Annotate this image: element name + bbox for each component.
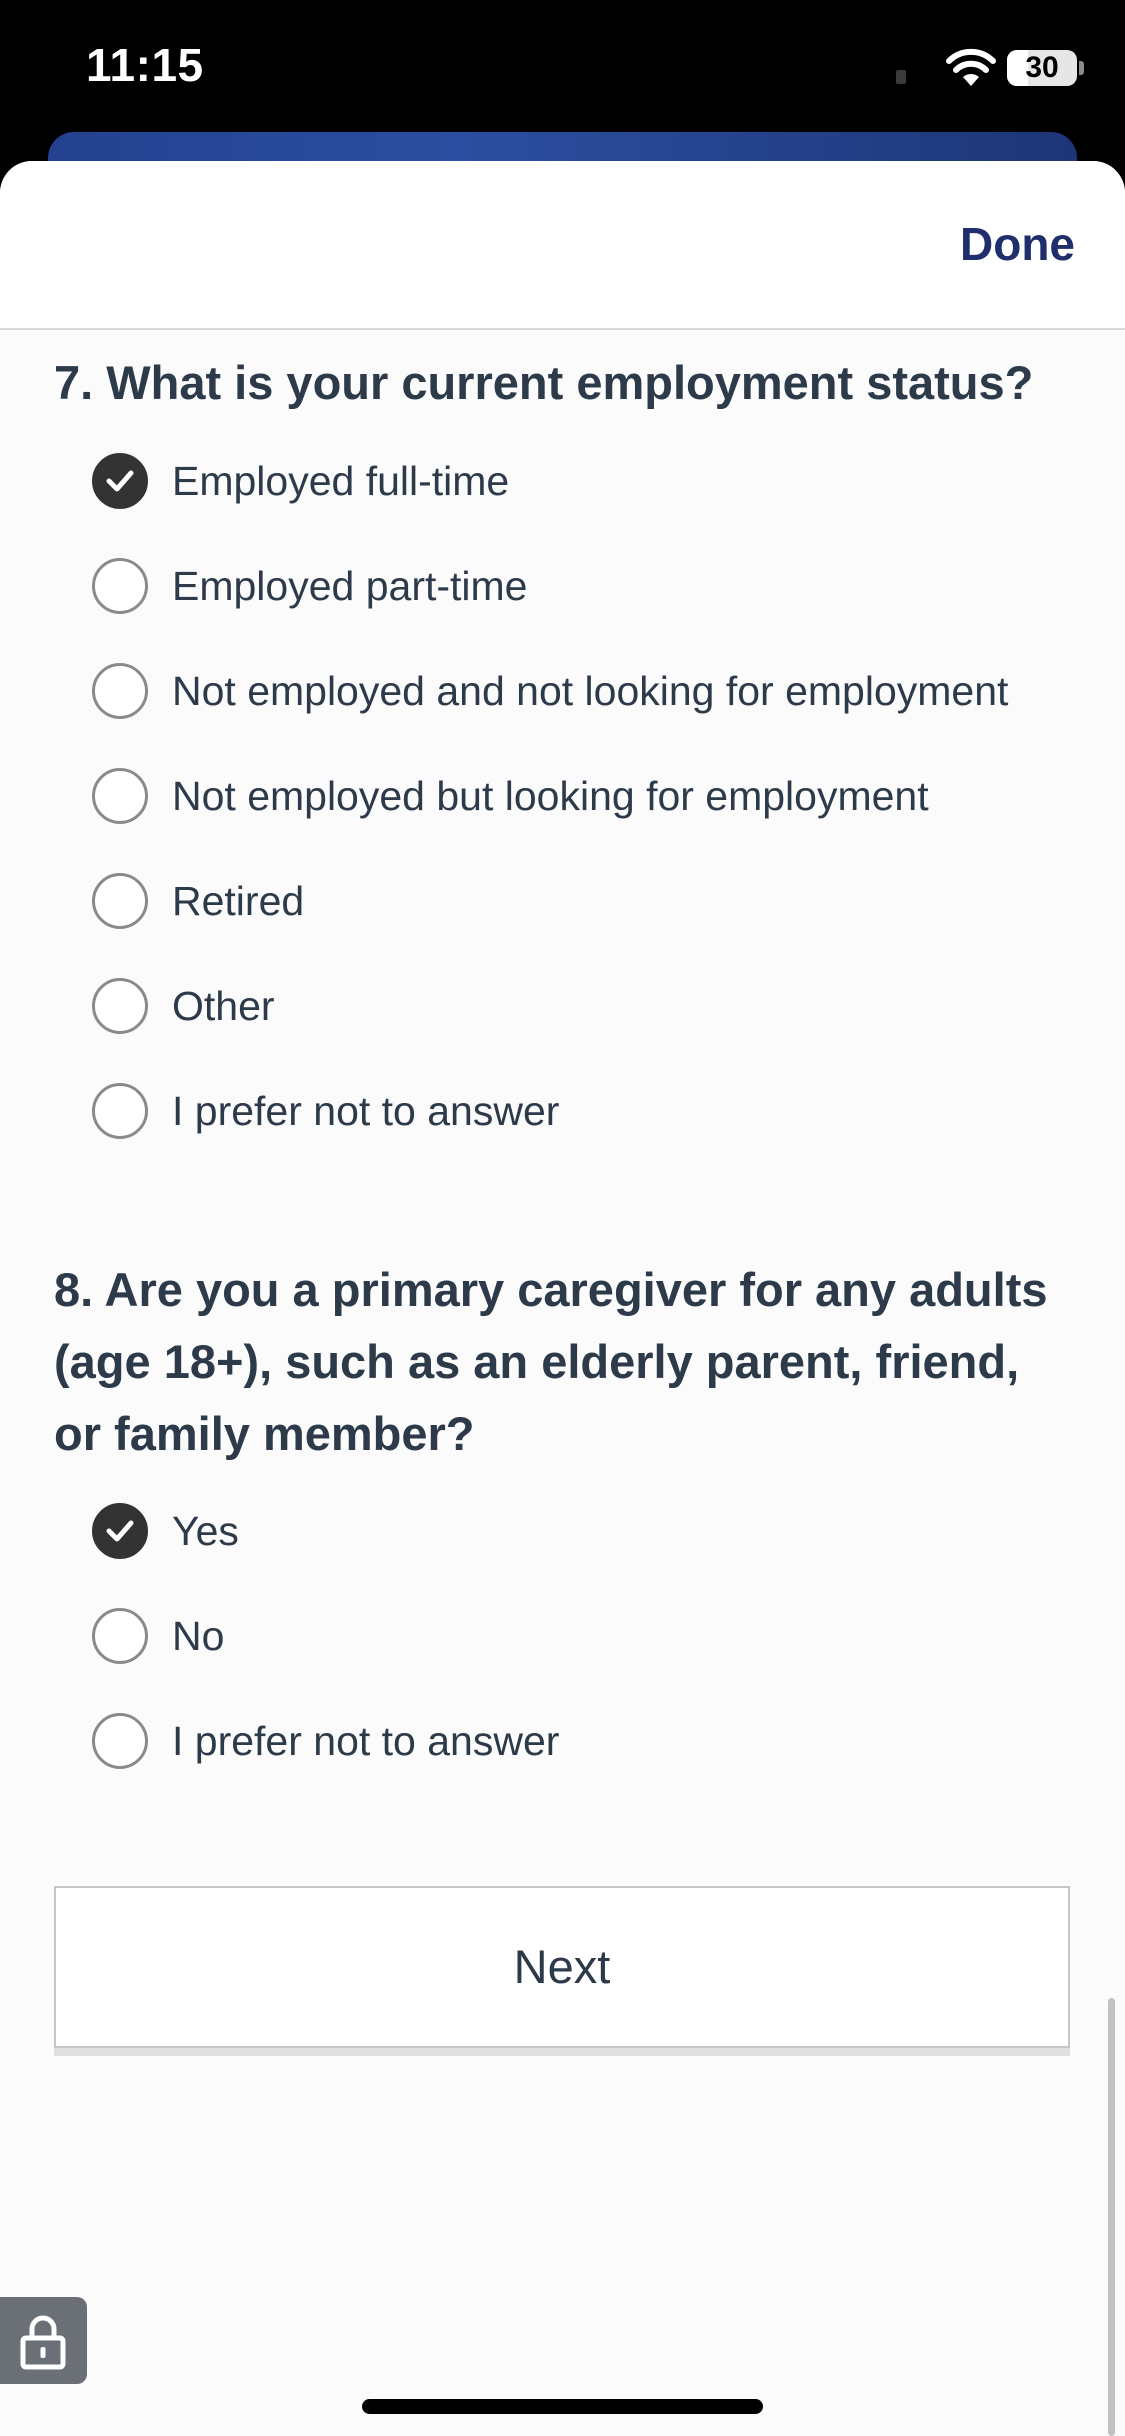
radio-unchecked[interactable] bbox=[92, 768, 148, 824]
status-bar: 11:15 30 bbox=[0, 0, 1125, 135]
survey-sheet: Done 7. What is your current employment … bbox=[0, 161, 1125, 2436]
scrollbar[interactable] bbox=[1108, 1998, 1115, 2436]
option-label: I prefer not to answer bbox=[172, 1087, 560, 1134]
option-yes[interactable]: Yes bbox=[92, 1499, 239, 1563]
lock-button[interactable] bbox=[0, 2297, 87, 2384]
radio-unchecked[interactable] bbox=[92, 1713, 148, 1769]
option-label: Retired bbox=[172, 877, 305, 924]
option-employed-part-time[interactable]: Employed part-time bbox=[92, 554, 527, 618]
radio-unchecked[interactable] bbox=[92, 1608, 148, 1664]
option-employed-full-time[interactable]: Employed full-time bbox=[92, 449, 509, 513]
option-label: Not employed and not looking for employm… bbox=[172, 667, 1009, 714]
done-button[interactable]: Done bbox=[960, 217, 1075, 271]
option-label: I prefer not to answer bbox=[172, 1717, 560, 1764]
radio-checked[interactable] bbox=[92, 453, 148, 509]
option-retired[interactable]: Retired bbox=[92, 869, 304, 933]
battery-tip bbox=[1079, 61, 1084, 75]
option-not-employed-not-looking[interactable]: Not employed and not looking for employm… bbox=[92, 659, 1008, 723]
option-prefer-not-to-answer-q7[interactable]: I prefer not to answer bbox=[92, 1079, 559, 1143]
radio-unchecked[interactable] bbox=[92, 1083, 148, 1139]
question-8-title: 8. Are you a primary caregiver for any a… bbox=[54, 1263, 1048, 1460]
option-label: Yes bbox=[172, 1507, 239, 1554]
next-button[interactable]: Next bbox=[54, 1886, 1070, 2048]
cellular-signal-icon bbox=[896, 70, 906, 84]
question-7-title: 7. What is your current employment statu… bbox=[54, 356, 1034, 409]
option-label: Other bbox=[172, 982, 275, 1029]
option-label: Employed part-time bbox=[172, 562, 528, 609]
option-no[interactable]: No bbox=[92, 1604, 224, 1668]
sheet-header: Done bbox=[0, 161, 1125, 330]
option-label: Not employed but looking for employment bbox=[172, 772, 929, 819]
checkmark-icon bbox=[106, 1520, 134, 1542]
wifi-icon bbox=[946, 48, 996, 86]
option-label: Employed full-time bbox=[172, 457, 510, 504]
lock-icon bbox=[20, 2315, 66, 2370]
radio-unchecked[interactable] bbox=[92, 663, 148, 719]
radio-unchecked[interactable] bbox=[92, 978, 148, 1034]
option-not-employed-looking[interactable]: Not employed but looking for employment bbox=[92, 764, 929, 828]
radio-checked[interactable] bbox=[92, 1503, 148, 1559]
home-indicator[interactable] bbox=[362, 2399, 763, 2414]
option-other[interactable]: Other bbox=[92, 974, 275, 1038]
radio-unchecked[interactable] bbox=[92, 558, 148, 614]
battery-icon: 30 bbox=[1007, 50, 1077, 86]
radio-unchecked[interactable] bbox=[92, 873, 148, 929]
checkmark-icon bbox=[106, 470, 134, 492]
status-time: 11:15 bbox=[86, 39, 204, 91]
option-prefer-not-to-answer-q8[interactable]: I prefer not to answer bbox=[92, 1709, 559, 1773]
option-label: No bbox=[172, 1612, 225, 1659]
battery-level: 30 bbox=[1025, 51, 1059, 84]
